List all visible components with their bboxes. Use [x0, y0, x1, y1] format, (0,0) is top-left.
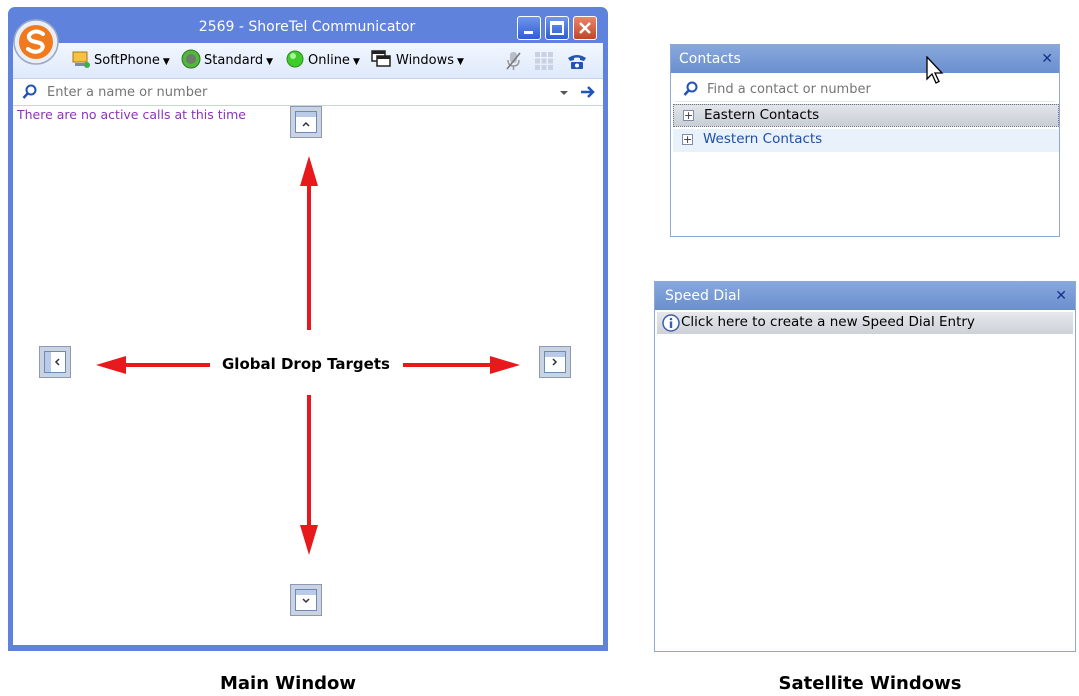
expand-icon[interactable]: +: [683, 110, 694, 121]
contacts-search-bar: [675, 77, 1055, 102]
close-button[interactable]: [573, 16, 597, 40]
contact-group-row[interactable]: + Eastern Contacts: [673, 104, 1059, 127]
contacts-panel: Contacts ✕ + Eastern Contacts + Western …: [670, 44, 1060, 237]
create-speed-dial-label: Click here to create a new Speed Dial En…: [681, 314, 975, 330]
global-drop-targets-label: Global Drop Targets: [222, 355, 390, 373]
shoretel-logo[interactable]: [12, 18, 60, 70]
close-icon: [579, 22, 591, 34]
main-window: 2569 - ShoreTel Communicator SoftPhone ▼ …: [8, 7, 608, 651]
satellite-windows-caption: Satellite Windows: [778, 673, 962, 694]
main-content: SoftPhone ▼ Standard ▼ Online ▼ Windows ▼: [13, 43, 603, 645]
contact-group-label: Eastern Contacts: [704, 107, 820, 123]
info-icon: [662, 314, 680, 332]
expand-icon[interactable]: +: [682, 134, 693, 145]
speed-dial-header[interactable]: Speed Dial ✕: [655, 282, 1075, 310]
contact-group-row[interactable]: + Western Contacts: [673, 129, 1059, 152]
contacts-header[interactable]: Contacts ✕: [671, 45, 1059, 73]
window-title: 2569 - ShoreTel Communicator: [198, 19, 416, 35]
drop-target-arrows: [96, 156, 520, 555]
contacts-search-input[interactable]: [707, 79, 1047, 99]
minimize-button[interactable]: [517, 16, 541, 40]
close-icon[interactable]: ✕: [1055, 282, 1067, 310]
speed-dial-panel: Speed Dial ✕ Click here to create a new …: [654, 281, 1076, 652]
search-icon: [683, 81, 698, 96]
title-bar[interactable]: 2569 - ShoreTel Communicator: [12, 9, 602, 45]
mouse-cursor-icon: [926, 56, 944, 84]
close-icon[interactable]: ✕: [1041, 45, 1053, 73]
maximize-button[interactable]: [545, 16, 569, 40]
speed-dial-title: Speed Dial: [665, 288, 741, 304]
create-speed-dial-row[interactable]: Click here to create a new Speed Dial En…: [657, 312, 1073, 334]
main-window-caption: Main Window: [219, 673, 357, 694]
contacts-title: Contacts: [679, 51, 741, 67]
contact-group-label: Western Contacts: [703, 131, 823, 147]
maximize-icon: [550, 21, 564, 35]
minimize-icon: [524, 31, 533, 34]
shoretel-logo-icon: [13, 19, 59, 65]
